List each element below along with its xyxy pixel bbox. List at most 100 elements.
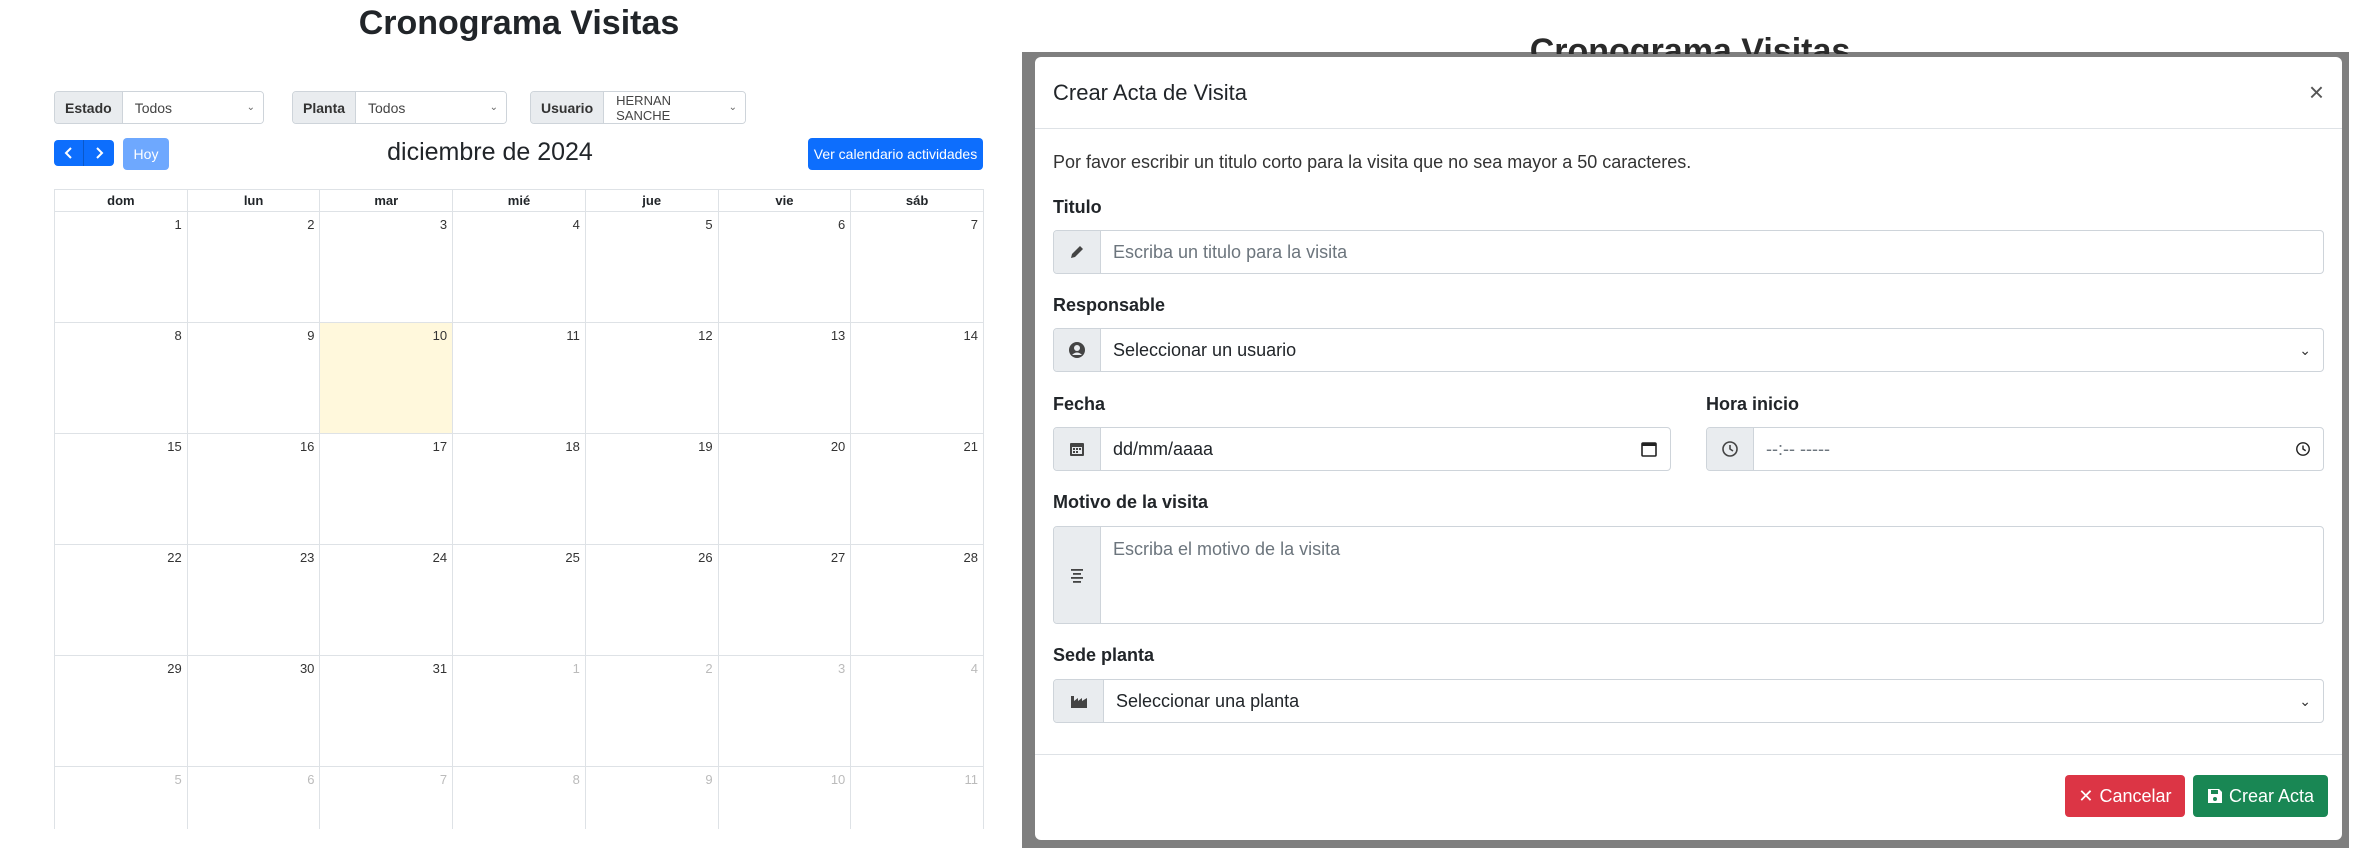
user-circle-icon [1054, 329, 1101, 371]
chevron-down-icon: ⌄ [489, 102, 498, 113]
motivo-textarea-group[interactable]: Escriba el motivo de la visita [1053, 526, 2324, 624]
sede-label: Sede planta [1053, 645, 1155, 665]
calendar-day-cell[interactable]: 12 [585, 323, 719, 434]
close-icon[interactable]: × [2309, 77, 2324, 108]
estado-filter-label: Estado [55, 92, 123, 123]
calendar-day-cell[interactable]: 17 [320, 434, 454, 545]
chevron-left-icon [64, 147, 72, 159]
calendar-day-cell[interactable]: 6 [188, 767, 321, 829]
calendar-page: Cronograma Visitas Estado Todos ⌄ Planta … [0, 0, 1022, 856]
calendar-grid: dom lun mar mié jue vie sáb 1 2 3 4 5 6 7 8 9 10 11 12 13 1… [54, 189, 984, 829]
time-picker-icon[interactable] [2295, 441, 2311, 457]
usuario-select[interactable]: HERNAN SANCHE ⌄ [604, 92, 745, 123]
calendar-day-cell[interactable]: 11 [851, 767, 984, 829]
calendar-day-cell[interactable]: 15 [55, 434, 188, 545]
activities-calendar-button[interactable]: Ver calendario actividades [808, 138, 983, 170]
responsable-select-value: Seleccionar un usuario [1113, 339, 1297, 360]
calendar-day-cell[interactable]: 14 [851, 323, 984, 434]
responsable-select[interactable]: Seleccionar un usuario ⌄ [1101, 329, 2323, 371]
background-page-title: Cronograma Visitas [1470, 36, 1910, 54]
calendar-day-cell[interactable]: 8 [453, 767, 586, 829]
calendar-day-cell[interactable]: 3 [320, 212, 454, 323]
calendar-day-cell[interactable]: 27 [718, 545, 852, 656]
fecha-input[interactable]: dd/mm/aaaa [1101, 428, 1670, 470]
calendar-day-cell[interactable]: 10 [719, 767, 852, 829]
usuario-filter[interactable]: Usuario HERNAN SANCHE ⌄ [530, 91, 746, 124]
calendar-day-cell[interactable]: 10 [320, 323, 454, 434]
create-record-button-label: Crear Acta [2228, 785, 2315, 806]
modal-intro-text: Por favor escribir un titulo corto para … [1053, 152, 1692, 172]
calendar-day-cell[interactable]: 8 [55, 323, 188, 434]
calendar-day-cell[interactable]: 20 [718, 434, 852, 545]
page-title: Cronograma Visitas [358, 4, 680, 42]
weekday-header: dom lun mar mié jue vie sáb [55, 190, 984, 212]
chevron-down-icon: ⌄ [2299, 692, 2311, 709]
estado-select-value: Todos [134, 99, 173, 116]
create-record-button[interactable]: Crear Acta [2193, 775, 2328, 817]
hora-input-group[interactable]: --:-- ----- [1706, 427, 2324, 471]
calendar-day-cell[interactable]: 2 [187, 212, 321, 323]
usuario-select-value: HERNAN SANCHE [616, 92, 672, 123]
calendar-day-cell[interactable]: 23 [187, 545, 321, 656]
calendar-day-cell[interactable]: 25 [453, 545, 586, 656]
estado-filter[interactable]: Estado Todos ⌄ [54, 91, 264, 124]
responsable-label: Responsable [1053, 295, 1166, 315]
weekday-header-cell: mar [320, 190, 454, 212]
calendar-day-cell[interactable]: 9 [187, 323, 321, 434]
calendar-day-cell[interactable]: 5 [585, 212, 719, 323]
estado-select[interactable]: Todos ⌄ [122, 92, 263, 123]
calendar-picker-icon[interactable] [1640, 440, 1658, 458]
weekday-header-cell: mié [453, 190, 586, 212]
next-month-button[interactable] [84, 140, 114, 166]
fecha-label: Fecha [1053, 394, 1106, 414]
calendar-day-cell[interactable]: 6 [718, 212, 852, 323]
sede-select-group[interactable]: Seleccionar una planta ⌄ [1053, 679, 2324, 723]
weekday-header-cell: lun [187, 190, 321, 212]
calendar-day-cell[interactable]: 7 [851, 212, 984, 323]
modal-title: Crear Acta de Visita [1053, 79, 1248, 105]
planta-select[interactable]: Todos ⌄ [356, 92, 506, 123]
cancel-button[interactable]: ✕ Cancelar [2065, 775, 2185, 817]
chevron-down-icon: ⌄ [246, 102, 255, 113]
calendar-day-cell[interactable]: 7 [320, 767, 454, 829]
calendar-day-cell[interactable]: 22 [55, 545, 188, 656]
calendar-day-cell[interactable]: 3 [718, 656, 852, 767]
weekday-header-cell: jue [585, 190, 719, 212]
calendar-day-cell[interactable]: 28 [851, 545, 984, 656]
sede-select[interactable]: Seleccionar una planta ⌄ [1104, 680, 2323, 722]
titulo-input-group[interactable]: Escriba un titulo para la visita [1053, 230, 2324, 274]
calendar-day-cell[interactable]: 21 [851, 434, 984, 545]
calendar-day-cell[interactable]: 19 [585, 434, 719, 545]
calendar-day-cell[interactable]: 29 [55, 656, 188, 767]
calendar-day-cell[interactable]: 31 [320, 656, 454, 767]
hora-input[interactable]: --:-- ----- [1754, 428, 2323, 470]
calendar-day-cell[interactable]: 30 [187, 656, 321, 767]
today-button[interactable]: Hoy [123, 138, 169, 170]
calendar-day-cell[interactable]: 9 [586, 767, 719, 829]
calendar-day-cell[interactable]: 18 [453, 434, 586, 545]
planta-filter[interactable]: Planta Todos ⌄ [292, 91, 507, 124]
modal-footer: ✕ Cancelar Crear Acta [1035, 754, 2342, 840]
calendar-day-cell[interactable]: 1 [453, 656, 586, 767]
calendar-day-cell[interactable]: 13 [718, 323, 852, 434]
chevron-down-icon: ⌄ [2299, 341, 2311, 358]
titulo-label: Titulo [1053, 197, 1102, 217]
fecha-input-placeholder: dd/mm/aaaa [1113, 438, 1214, 459]
fecha-input-group[interactable]: dd/mm/aaaa [1053, 427, 1671, 471]
motivo-textarea[interactable]: Escriba el motivo de la visita [1101, 527, 2323, 623]
calendar-day-cell[interactable]: 24 [320, 545, 454, 656]
calendar-day-cell[interactable]: 5 [55, 767, 188, 829]
calendar-day-cell[interactable]: 4 [453, 212, 586, 323]
motivo-label: Motivo de la visita [1053, 492, 1209, 512]
hora-input-placeholder: --:-- ----- [1766, 438, 1830, 459]
calendar-day-cell[interactable]: 26 [585, 545, 719, 656]
responsable-select-group[interactable]: Seleccionar un usuario ⌄ [1053, 328, 2324, 372]
calendar-day-cell[interactable]: 1 [55, 212, 188, 323]
calendar-day-cell[interactable]: 16 [187, 434, 321, 545]
calendar-day-cell[interactable]: 4 [851, 656, 984, 767]
calendar-day-cell[interactable]: 11 [453, 323, 586, 434]
calendar-day-cell[interactable]: 2 [585, 656, 719, 767]
prev-month-button[interactable] [54, 140, 84, 166]
chevron-down-icon: ⌄ [728, 102, 737, 113]
titulo-input[interactable]: Escriba un titulo para la visita [1101, 231, 2323, 273]
